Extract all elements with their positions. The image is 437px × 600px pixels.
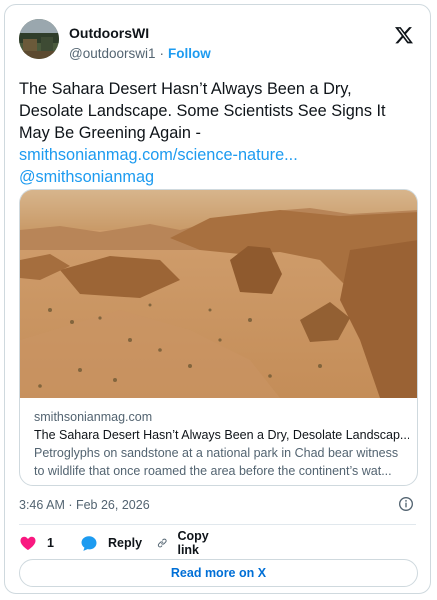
preview-image[interactable] — [20, 190, 418, 398]
follow-button[interactable]: Follow — [168, 46, 211, 61]
separator-dot: · — [159, 46, 165, 61]
read-more-button[interactable]: Read more on X — [19, 559, 418, 587]
info-icon[interactable] — [398, 496, 414, 512]
link-card-meta: smithsonianmag.com The Sahara Desert Has… — [34, 408, 409, 480]
tweet-text: The Sahara Desert Hasn’t Always Been a D… — [19, 78, 419, 188]
tweet-text-line: May Be Greening Again - — [19, 124, 201, 142]
tweet-text-line: The Sahara Desert Hasn’t Always Been a D… — [19, 80, 352, 98]
author-handle[interactable]: @outdoorswi1 — [69, 46, 156, 61]
like-count: 1 — [47, 536, 54, 550]
reply-bubble-icon — [81, 536, 97, 551]
link-icon — [157, 538, 167, 548]
tweet-header: OutdoorsWI @outdoorswi1 · Follow — [19, 19, 416, 65]
link-preview-card[interactable]: smithsonianmag.com The Sahara Desert Has… — [19, 189, 418, 486]
like-button[interactable]: 1 — [19, 533, 54, 553]
author-name[interactable]: OutdoorsWI — [69, 25, 149, 41]
mention-link[interactable]: @smithsonianmag — [19, 166, 419, 188]
timestamp[interactable]: 3:46 AM · Feb 26, 2026 — [19, 498, 150, 512]
reply-label: Reply — [108, 536, 143, 550]
x-logo-icon[interactable] — [394, 25, 414, 45]
card-title: The Sahara Desert Hasn’t Always Been a D… — [34, 428, 409, 442]
card-domain: smithsonianmag.com — [34, 410, 153, 424]
copy-link-button[interactable]: Copy link — [157, 529, 214, 557]
handle-row: @outdoorswi1 · Follow — [69, 46, 211, 61]
avatar[interactable] — [19, 19, 59, 59]
tweet-card: OutdoorsWI @outdoorswi1 · Follow The Sahar… — [4, 4, 431, 594]
tweet-link[interactable]: smithsonianmag.com/science-nature... — [19, 144, 419, 166]
card-description: Petroglyphs on sandstone at a national p… — [34, 446, 399, 478]
reply-button[interactable]: Reply — [80, 533, 142, 553]
copy-link-label: Copy link — [177, 529, 209, 557]
heart-icon — [20, 536, 36, 551]
tweet-text-line: Desolate Landscape. Some Scientists See … — [19, 102, 386, 120]
divider — [19, 524, 416, 525]
